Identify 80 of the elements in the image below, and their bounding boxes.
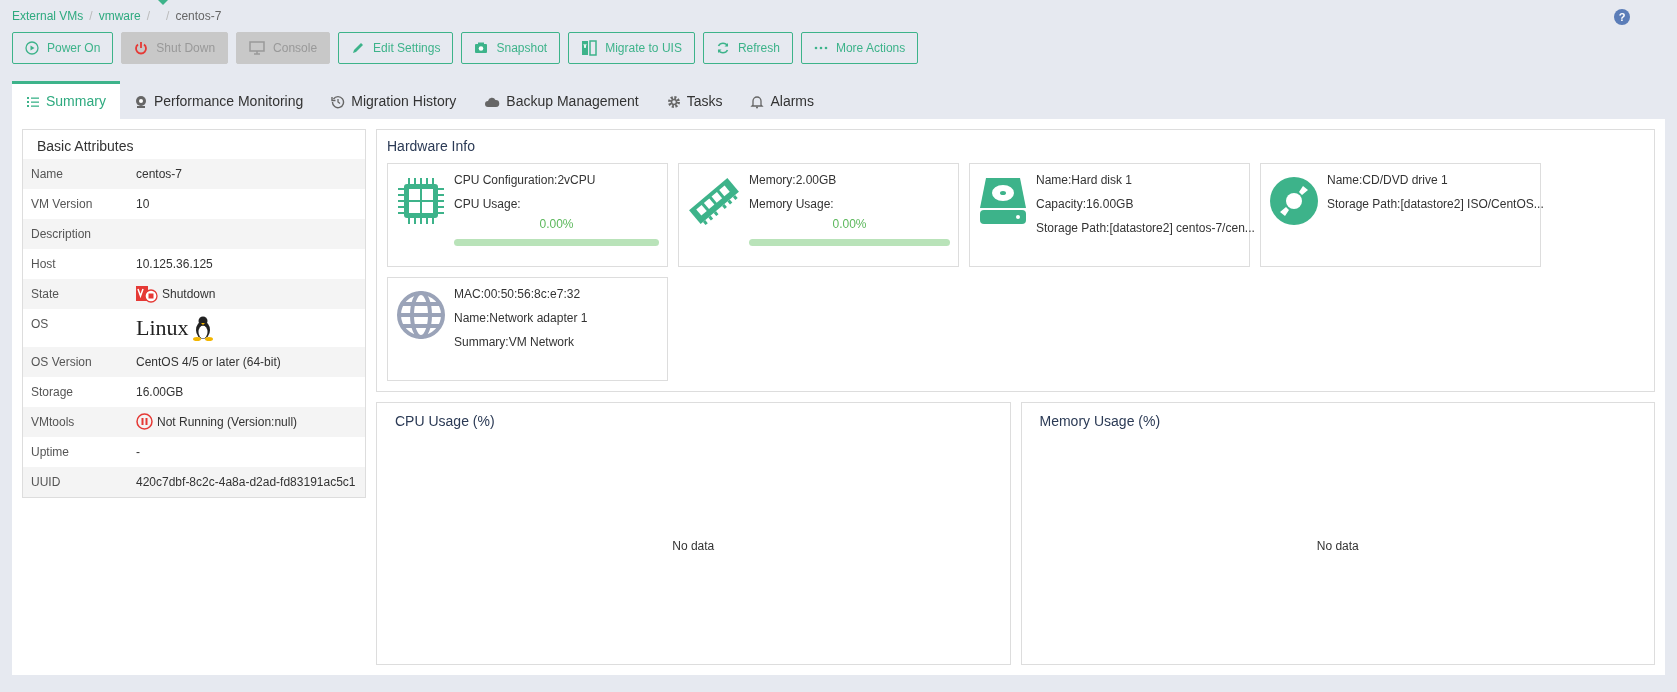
tab[interactable]: Backup Management (470, 81, 653, 119)
os-logo-text: Linux (136, 316, 189, 339)
tab[interactable]: Migration History (317, 81, 471, 119)
attribute-label: Storage (31, 383, 75, 401)
attribute-value: 10.125.36.125 (136, 256, 213, 271)
device-info: Memory Usage: (749, 195, 835, 213)
attribute-label: Uptime (31, 443, 70, 461)
cloud-icon (484, 95, 501, 108)
attribute-label: State (31, 285, 61, 303)
attribute-value: 10 (136, 196, 150, 211)
attribute-value: Shutdown (162, 285, 216, 303)
device-info: MAC:00:50:56:8c:e7:32 (454, 285, 582, 303)
webcam-icon (133, 94, 148, 109)
section-title: Hardware Info (387, 138, 476, 155)
attribute-value: 16.00GB (136, 384, 184, 399)
gear-icon (666, 94, 681, 109)
help-button[interactable]: ? (1614, 9, 1630, 25)
device-info: CPU Usage: (454, 195, 522, 213)
usage-reading: 0.00% (831, 215, 868, 233)
attribute-value: centos-7 (136, 166, 183, 181)
power-icon (134, 41, 149, 55)
device-info: CPU Configuration:2vCPU (454, 171, 597, 189)
chart-title: CPU Usage (%) (395, 412, 496, 430)
attribute-value: 420c7dbf-8c2c-4a8a-d2ad-fd83191ac5c1 (136, 474, 356, 489)
attribute-label: VMtools (31, 413, 76, 431)
breadcrumb-separator: / (146, 9, 151, 23)
pencil-icon (351, 41, 366, 55)
vm-stopped-icon (136, 284, 158, 303)
device-info: Name:Hard disk 1 (1036, 171, 1134, 189)
toolbar-button[interactable]: Edit Settings (338, 32, 454, 64)
bell-icon (750, 94, 765, 109)
device-info: Memory:2.00GB (749, 171, 838, 189)
attribute-label: UUID (31, 473, 62, 491)
attribute-label: Description (31, 225, 93, 243)
history-icon (331, 94, 346, 109)
attribute-label: Name (31, 165, 64, 183)
monitor-icon (249, 41, 266, 55)
breadcrumb-separator: / (166, 9, 170, 23)
tab[interactable]: Performance Monitoring (119, 81, 318, 119)
toolbar-button[interactable]: Migrate to UIS (568, 32, 695, 64)
tab[interactable]: Summary (12, 81, 120, 119)
marker-icon (158, 0, 168, 5)
attribute-label: OS (31, 315, 50, 333)
tab[interactable]: Alarms (736, 81, 828, 119)
breadcrumb-link[interactable]: External VMs (12, 9, 84, 23)
attribute-value: - (136, 444, 140, 459)
attribute-label: Host (31, 255, 57, 273)
empty-message: No data (672, 537, 715, 555)
migrate-icon (581, 40, 598, 56)
chart-title: Memory Usage (%) (1039, 412, 1162, 430)
toolbar-button[interactable]: Snapshot (461, 32, 561, 64)
penguin-icon (192, 314, 213, 341)
breadcrumb-separator: / (89, 9, 93, 23)
chip-icon (396, 175, 446, 226)
list-icon (26, 94, 40, 109)
attribute-value: CentOS 4/5 or later (64-bit) (136, 354, 281, 369)
breadcrumb-link[interactable]: vmware (98, 9, 141, 23)
refresh-icon (715, 41, 730, 55)
tab[interactable]: Tasks (652, 81, 737, 119)
device-info: Storage Path:[datastore2] centos-7/cen... (1036, 219, 1255, 237)
device-info: Summary:VM Network (454, 333, 576, 351)
card-title: Basic Attributes (36, 137, 135, 156)
attribute-label: VM Version (31, 195, 94, 213)
disc-icon (1269, 175, 1319, 226)
play-icon (25, 41, 39, 55)
device-info: Name:CD/DVD drive 1 (1327, 171, 1449, 189)
attribute-label: OS Version (31, 353, 93, 371)
attribute-value: Not Running (Version:null) (157, 413, 298, 431)
globe-icon (396, 289, 446, 340)
toolbar-button[interactable]: Power On (12, 32, 114, 64)
device-info: Capacity:16.00GB (1036, 195, 1135, 213)
toolbar-button[interactable]: More Actions (800, 32, 919, 64)
empty-message: No data (1316, 537, 1359, 555)
camera-icon (474, 41, 489, 55)
breadcrumb-current: centos-7 (175, 9, 222, 23)
device-info: Name:Network adapter 1 (454, 309, 589, 327)
usage-reading: 0.00% (538, 215, 575, 233)
toolbar-button[interactable]: Refresh (702, 32, 793, 64)
device-info: Storage Path:[datastore2] ISO/CentOS... (1327, 195, 1544, 213)
pause-icon (136, 413, 153, 431)
